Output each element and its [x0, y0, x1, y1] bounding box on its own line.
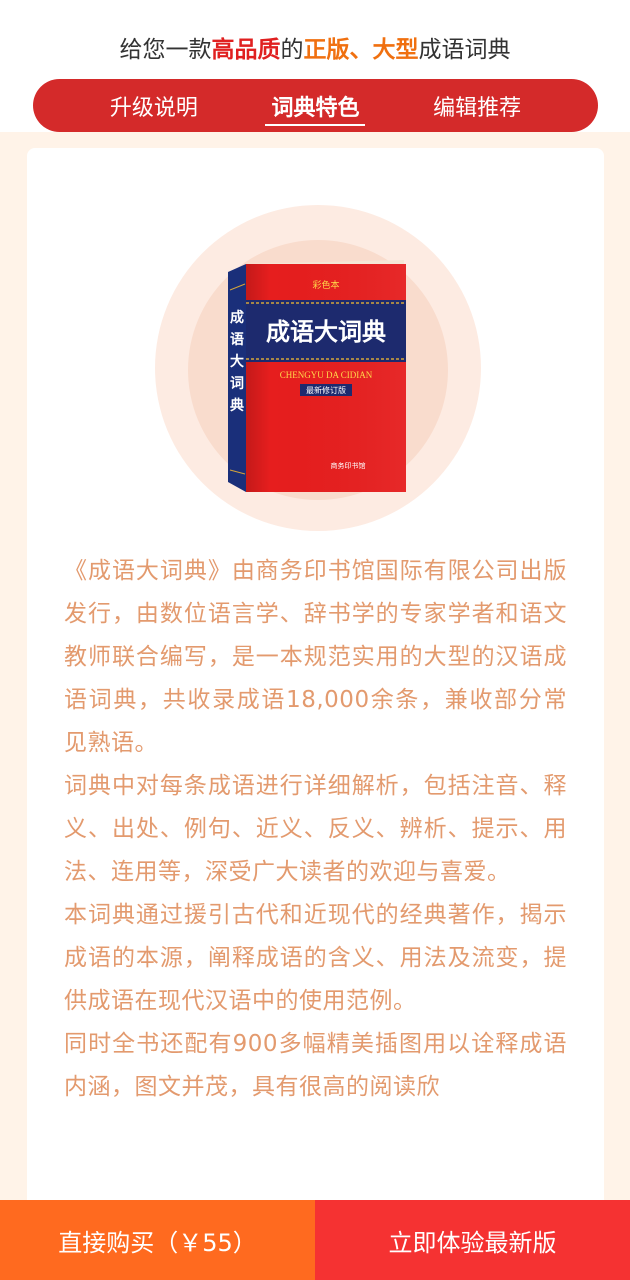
try-latest-button[interactable]: 立即体验最新版	[315, 1200, 630, 1280]
desc-paragraph-1: 《成语大词典》由商务印书馆国际有限公司出版发行，由数位语言学、辞书学的专家学者和…	[64, 558, 567, 756]
cover-badge: 彩色本	[312, 279, 339, 291]
tagline: 给您一款高品质的正版、大型成语词典	[0, 30, 630, 64]
tab-upgrade-notes[interactable]: 升级说明	[104, 79, 204, 132]
cover-title: 成语大词典	[266, 317, 386, 346]
cover-pinyin: CHENGYU DA CIDIAN	[280, 370, 373, 380]
tagline-part-1: 给您一款	[119, 37, 212, 63]
tab-dictionary-features[interactable]: 词典特色	[265, 79, 366, 132]
header: 给您一款高品质的正版、大型成语词典 升级说明 词典特色 编辑推荐	[0, 0, 630, 132]
tagline-highlight-genuine: 正版、大型	[303, 37, 419, 63]
feature-description: 《成语大词典》由商务印书馆国际有限公司出版发行，由数位语言学、辞书学的专家学者和…	[64, 550, 567, 1109]
book-cover-image: 彩色本 成语大词典 CHENGYU DA CIDIAN 最新修订版 商务印书馆 …	[228, 260, 406, 492]
cover-publisher: 商务印书馆	[331, 461, 366, 470]
svg-text:词: 词	[230, 376, 244, 392]
desc-paragraph-4: 同时全书还配有900多幅精美插图用以诠释成语内涵，图文并茂，具有很高的阅读欣	[64, 1031, 567, 1100]
cover-edition: 最新修订版	[306, 385, 346, 395]
spine-title: 成 语 大 词 典	[230, 309, 244, 414]
tagline-highlight-quality: 高品质	[211, 37, 281, 63]
svg-text:典: 典	[230, 397, 244, 414]
bottom-action-bar: 直接购买（￥55） 立即体验最新版	[0, 1200, 630, 1280]
tagline-part-3: 的	[280, 37, 304, 63]
tagline-part-5: 成语词典	[418, 37, 511, 63]
tab-editor-recommendation[interactable]: 编辑推荐	[427, 79, 527, 132]
desc-paragraph-3: 本词典通过援引古代和近现代的经典著作，揭示成语的本源，阐释成语的含义、用法及流变…	[64, 902, 567, 1014]
svg-text:语: 语	[230, 332, 244, 348]
svg-text:大: 大	[230, 353, 244, 370]
desc-paragraph-2: 词典中对每条成语进行详细解析，包括注音、释义、出处、例句、近义、反义、辨析、提示…	[64, 773, 567, 885]
tab-bar: 升级说明 词典特色 编辑推荐	[33, 79, 598, 132]
svg-text:成: 成	[230, 309, 244, 326]
buy-now-button[interactable]: 直接购买（￥55）	[0, 1200, 315, 1280]
